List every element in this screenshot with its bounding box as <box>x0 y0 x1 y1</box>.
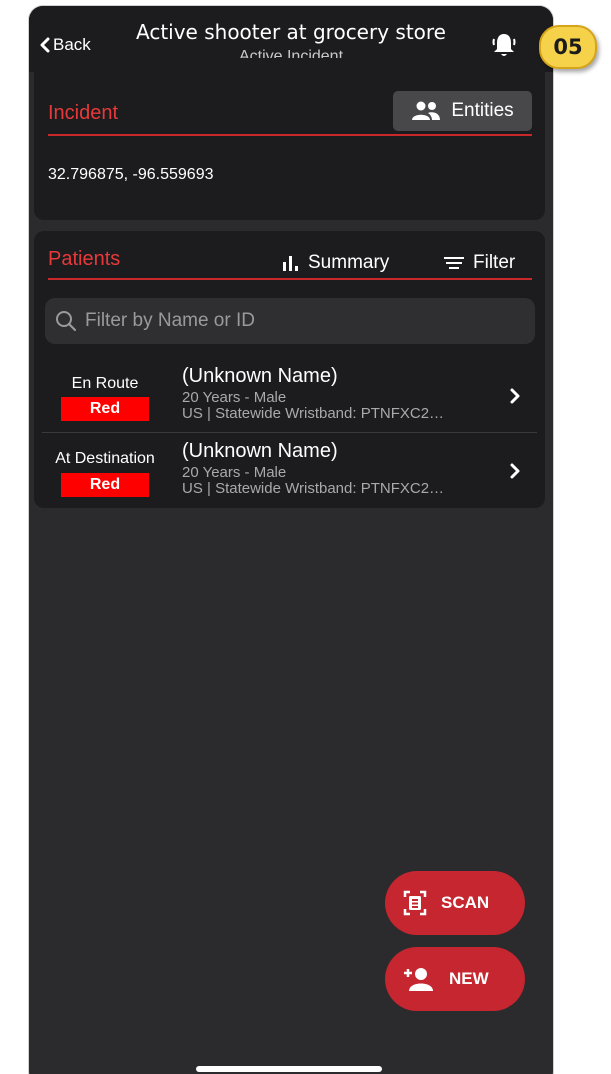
bell-icon <box>492 34 516 56</box>
patient-name: (Unknown Name) <box>182 365 338 387</box>
transport-status: At Destination <box>55 450 155 467</box>
triage-badge: Red <box>61 397 149 421</box>
bar-chart-icon <box>283 256 298 271</box>
patient-row[interactable]: En Route Red (Unknown Name) 20 Years - M… <box>34 359 545 434</box>
page-title: Active shooter at grocery store <box>136 20 446 44</box>
back-chevron-icon <box>40 37 50 53</box>
summary-label: Summary <box>308 252 390 273</box>
back-button[interactable]: Back <box>39 34 91 56</box>
incident-divider <box>48 134 532 136</box>
chevron-right-icon <box>510 463 520 479</box>
scan-button[interactable]: SCAN <box>385 871 525 935</box>
filter-lines-icon <box>444 257 464 269</box>
new-label: NEW <box>449 969 489 988</box>
patient-name: (Unknown Name) <box>182 440 338 462</box>
filter-button[interactable]: Filter <box>443 249 515 277</box>
patients-card: Patients Summary Filter Filter by Name o… <box>34 231 545 508</box>
chevron-right-icon <box>510 388 520 404</box>
search-icon <box>56 311 77 332</box>
filter-label: Filter <box>473 252 516 273</box>
entities-label: Entities <box>451 100 514 121</box>
patient-id: US | Statewide Wristband: PTNFXC2… <box>182 405 445 422</box>
status-column: At Destination Red <box>34 434 184 509</box>
new-patient-button[interactable]: NEW <box>385 947 525 1011</box>
summary-button[interactable]: Summary <box>282 249 389 277</box>
patient-age-sex: 20 Years - Male <box>182 389 287 406</box>
patient-id: US | Statewide Wristband: PTNFXC2… <box>182 480 445 497</box>
incident-section-title: Incident <box>48 102 119 124</box>
back-label: Back <box>53 35 91 54</box>
people-icon <box>412 101 441 120</box>
patient-age-sex: 20 Years - Male <box>182 464 287 481</box>
home-indicator[interactable] <box>196 1066 382 1072</box>
search-input[interactable] <box>85 310 525 332</box>
transport-status: En Route <box>71 375 139 392</box>
incident-coordinates: 32.796875, -96.559693 <box>48 166 214 183</box>
patients-section-title: Patients <box>48 248 121 270</box>
status-column: En Route Red <box>34 359 184 434</box>
scan-icon <box>403 890 427 916</box>
scan-label: SCAN <box>441 893 490 912</box>
incident-card: Incident Entities 32.796875, -96.559693 <box>34 58 545 220</box>
triage-badge: Red <box>61 473 149 497</box>
phone-screen: Back Active shooter at grocery store Act… <box>29 6 553 1074</box>
alerts-button[interactable] <box>489 30 519 60</box>
add-person-icon <box>401 967 435 991</box>
row-divider <box>42 432 537 433</box>
patients-divider <box>48 278 532 280</box>
search-field[interactable] <box>45 298 535 344</box>
entities-button[interactable]: Entities <box>393 91 532 131</box>
step-number-badge: 05 <box>539 25 597 69</box>
patient-row[interactable]: At Destination Red (Unknown Name) 20 Yea… <box>34 434 545 509</box>
